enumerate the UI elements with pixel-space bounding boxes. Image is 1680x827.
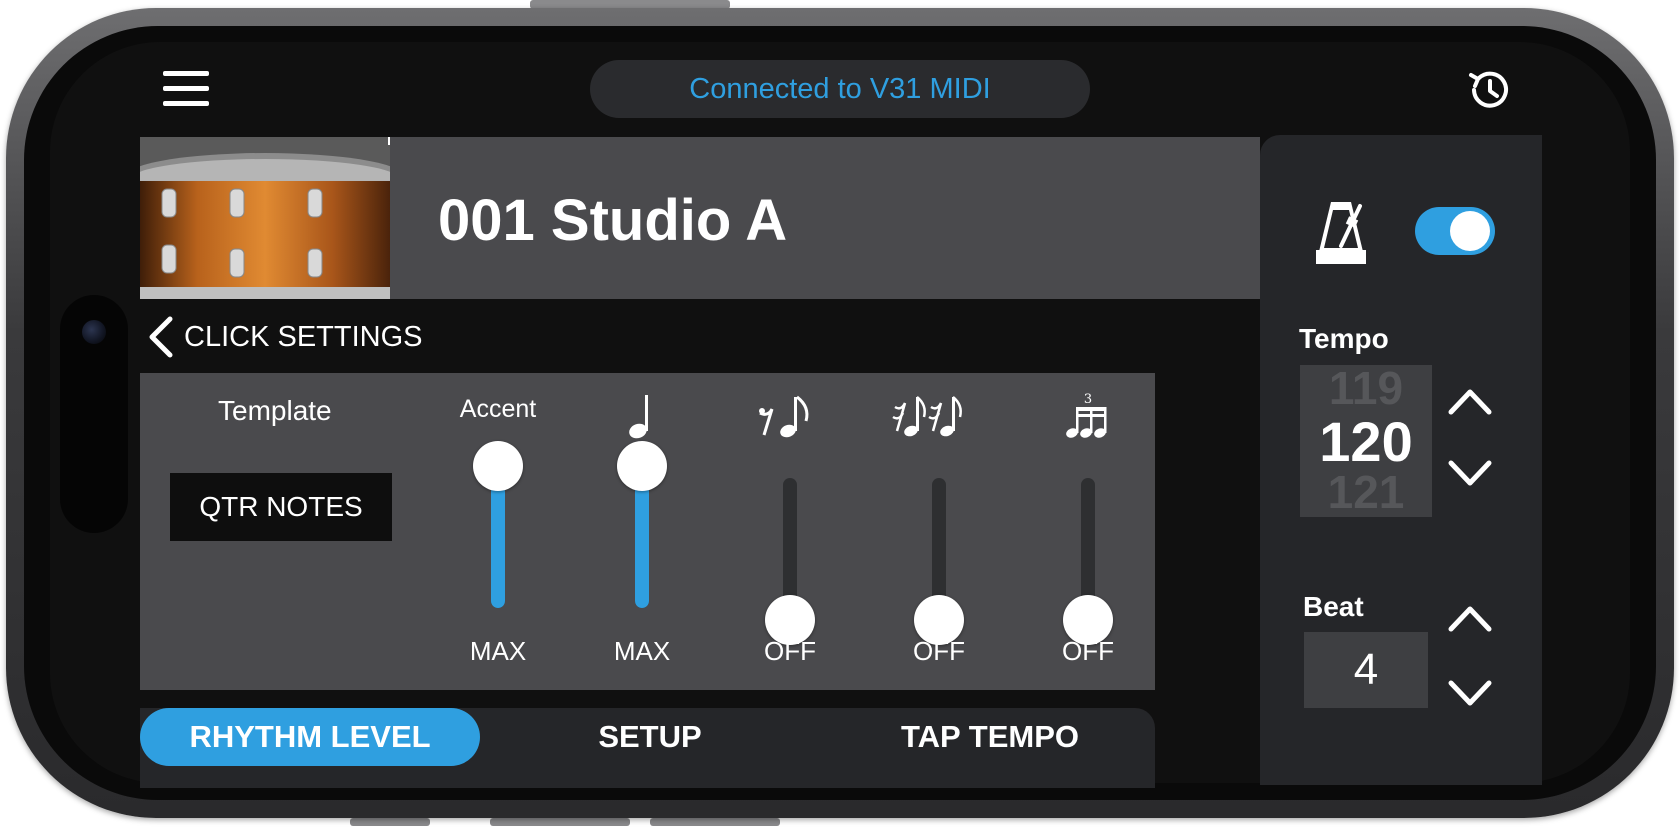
fader-knob[interactable] — [473, 441, 523, 491]
chevron-up-icon — [1448, 389, 1492, 415]
fader-quarter-note: MAX — [582, 373, 702, 690]
kit-header[interactable]: 001 Studio A — [140, 137, 1260, 299]
back-label: CLICK SETTINGS — [184, 320, 423, 353]
fader-knob[interactable] — [617, 441, 667, 491]
fader-track[interactable] — [635, 478, 649, 608]
beat-down-button[interactable] — [1445, 675, 1495, 715]
eighth-note-icon — [730, 391, 850, 441]
metronome-icon — [1314, 200, 1368, 266]
fader-fill — [491, 478, 505, 608]
toggle-knob — [1450, 211, 1490, 251]
tempo-label: Tempo — [1299, 323, 1389, 354]
svg-text:3: 3 — [1084, 392, 1092, 407]
fader-track[interactable] — [932, 478, 946, 608]
fader-triplet: 3 OFF — [1028, 373, 1148, 690]
fader-value: MAX — [613, 636, 671, 666]
chevron-down-icon — [1448, 680, 1492, 706]
beat-label: Beat — [1303, 591, 1364, 622]
fader-track[interactable] — [1081, 478, 1095, 608]
fader-track[interactable] — [783, 478, 797, 608]
fader-track[interactable] — [491, 478, 505, 608]
quarter-note-icon — [582, 391, 702, 441]
fader-accent: Accent MAX — [438, 373, 558, 690]
fader-value: OFF — [1062, 636, 1114, 666]
connection-status: Connected to V31 MIDI — [590, 60, 1090, 118]
back-button[interactable]: CLICK SETTINGS — [146, 315, 423, 359]
kit-title: 001 Studio A — [438, 188, 788, 253]
tempo-next-value: 121 — [1327, 466, 1405, 518]
beat-up-button[interactable] — [1445, 597, 1495, 637]
fader-fill — [635, 478, 649, 608]
triplet-icon: 3 — [1028, 391, 1148, 441]
template-select[interactable]: QTR NOTES — [170, 473, 392, 541]
chevron-up-icon — [1448, 606, 1492, 632]
history-icon[interactable] — [1464, 65, 1514, 115]
menu-icon[interactable] — [163, 71, 211, 107]
phone-volume-button — [490, 818, 630, 826]
tempo-down-button[interactable] — [1445, 455, 1495, 495]
tab-setup[interactable]: SETUP — [480, 708, 820, 766]
tab-rhythm-level[interactable]: RHYTHM LEVEL — [140, 708, 480, 766]
click-settings-panel: Template QTR NOTES Accent MAX MAX OFF OF… — [140, 373, 1155, 690]
camera-cutout — [60, 295, 128, 533]
fader-sixteenth-note: OFF — [879, 373, 999, 690]
chevron-down-icon — [1448, 460, 1492, 486]
chevron-left-icon — [149, 316, 173, 358]
template-label: Template — [218, 395, 332, 426]
fader-label: Accent — [459, 395, 537, 423]
selection-indicator — [388, 137, 390, 145]
camera-lens-icon — [82, 320, 106, 344]
kit-thumbnail — [140, 137, 390, 299]
phone-side-button — [350, 818, 430, 826]
fader-eighth-note: OFF — [730, 373, 850, 690]
tab-tap-tempo[interactable]: TAP TEMPO — [820, 708, 1160, 766]
fader-value: MAX — [469, 636, 527, 666]
sixteenth-note-icon — [879, 391, 999, 441]
phone-volume-button — [650, 818, 780, 826]
metronome-toggle[interactable] — [1415, 207, 1495, 255]
tab-bar: RHYTHM LEVEL SETUP TAP TEMPO — [140, 708, 1155, 788]
metronome-panel: Tempo 119 120 121 Beat 4 — [1260, 135, 1542, 785]
tempo-up-button[interactable] — [1445, 380, 1495, 420]
tempo-prev-value: 119 — [1328, 362, 1404, 414]
tempo-picker[interactable]: 119 120 121 — [1300, 362, 1432, 518]
beat-value[interactable]: 4 — [1304, 632, 1428, 708]
fader-value: OFF — [764, 636, 816, 666]
fader-value: OFF — [913, 636, 965, 666]
